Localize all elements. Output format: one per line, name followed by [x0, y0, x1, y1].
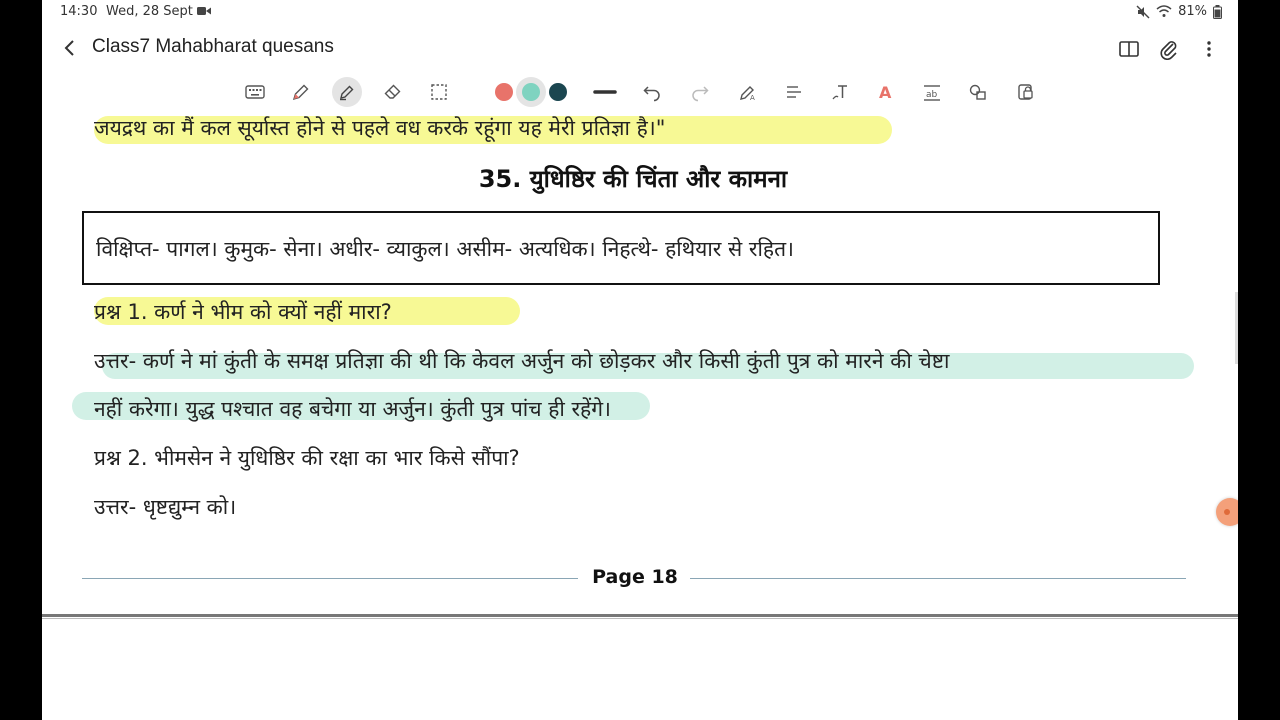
pen-to-text-icon[interactable]: A — [736, 80, 760, 104]
book-view-icon[interactable] — [1118, 38, 1140, 60]
stroke-width-icon[interactable] — [593, 80, 617, 104]
undo-icon[interactable] — [640, 80, 664, 104]
text-color-icon[interactable]: A — [874, 80, 898, 104]
note-title[interactable]: Class7 Mahabharat quesans — [92, 36, 334, 58]
vocabulary-text: विक्षिप्त- पागल। कुमुक- सेना। अधीर- व्या… — [96, 237, 795, 261]
question-1: प्रश्न 1. कर्ण ने भीम को क्यों नहीं मारा… — [94, 300, 392, 324]
answer-1-line-1: उत्तर- कर्ण ने मां कुंती के समक्ष प्रतिज… — [94, 349, 950, 373]
mute-icon — [1136, 5, 1150, 18]
screen-record-icon — [197, 7, 211, 15]
lock-icon[interactable] — [1013, 80, 1037, 104]
svg-text:ab: ab — [926, 90, 938, 100]
attach-icon[interactable] — [1158, 38, 1180, 60]
keyboard-icon[interactable] — [243, 80, 267, 104]
question-2: प्रश्न 2. भीमसेन ने युधिष्ठिर की रक्षा क… — [94, 446, 520, 470]
note-canvas[interactable]: जयद्रथ का मैं कल सूर्यास्त होने से पहले … — [42, 110, 1238, 610]
title-bar: Class7 Mahabharat quesans — [42, 26, 1238, 70]
svg-text:A: A — [750, 94, 755, 102]
image-text-icon[interactable]: ab — [920, 80, 944, 104]
page-separator-shadow — [42, 618, 1238, 619]
color-red-swatch[interactable] — [495, 83, 513, 101]
redo-icon[interactable] — [688, 80, 712, 104]
text-icon[interactable] — [828, 80, 852, 104]
svg-text:A: A — [879, 83, 892, 102]
pen-icon[interactable] — [289, 80, 313, 104]
text-line-1: जयद्रथ का मैं कल सूर्यास्त होने से पहले … — [94, 116, 666, 140]
straighten-icon[interactable] — [782, 80, 806, 104]
color-teal-swatch[interactable] — [522, 83, 540, 101]
pen-toolbar: A A ab — [42, 74, 1238, 110]
side-scroll-handle[interactable] — [1235, 292, 1238, 364]
battery-icon — [1213, 4, 1222, 19]
status-date: Wed, 28 Sept — [106, 4, 193, 19]
status-bar: 14:30 Wed, 28 Sept 81% — [42, 0, 1238, 24]
status-right: 81% — [1136, 4, 1222, 19]
lasso-select-icon[interactable] — [427, 80, 451, 104]
note-app-screen: 14:30 Wed, 28 Sept 81% Class7 Mahabharat… — [42, 0, 1238, 720]
back-arrow-icon[interactable] — [60, 38, 80, 58]
title-actions — [1118, 38, 1220, 60]
wifi-icon — [1156, 5, 1172, 17]
answer-2: उत्तर- धृष्टद्युम्न को। — [94, 495, 237, 519]
page-footer: Page 18 — [82, 566, 1186, 594]
footer-rule-right — [690, 578, 1186, 579]
page-separator — [42, 614, 1238, 617]
status-time: 14:30 — [60, 4, 98, 19]
battery-percent: 81% — [1178, 4, 1207, 19]
footer-rule-left — [82, 578, 578, 579]
more-options-icon[interactable] — [1198, 38, 1220, 60]
shapes-icon[interactable] — [966, 80, 990, 104]
highlighter-icon[interactable] — [332, 77, 362, 107]
floating-pen-bubble-icon[interactable] — [1216, 498, 1238, 526]
eraser-icon[interactable] — [381, 80, 405, 104]
section-heading: 35. युधिष्ठिर की चिंता और कामना — [478, 165, 788, 193]
color-dark-swatch[interactable] — [549, 83, 567, 101]
vocabulary-box: विक्षिप्त- पागल। कुमुक- सेना। अधीर- व्या… — [82, 211, 1160, 285]
page-number: Page 18 — [592, 566, 678, 588]
answer-1-line-2: नहीं करेगा। युद्ध पश्चात वह बचेगा या अर्… — [94, 397, 611, 421]
